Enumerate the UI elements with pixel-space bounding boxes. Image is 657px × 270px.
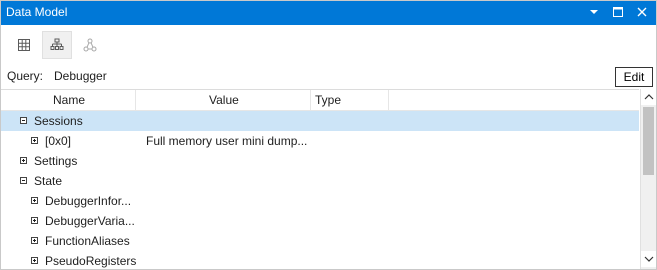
row-name: State [34, 174, 63, 188]
query-label: Query: [7, 69, 44, 83]
row-name: DebuggerVaria... [45, 214, 135, 228]
title-bar[interactable]: Data Model [1, 1, 656, 25]
hierarchy-view-icon [50, 38, 64, 50]
vertical-scrollbar[interactable] [640, 89, 656, 269]
dropdown-arrow-icon[interactable] [586, 4, 602, 20]
expand-icon[interactable] [31, 257, 38, 264]
window-title: Data Model [6, 5, 68, 19]
grid-view-icon [18, 39, 30, 51]
grid-view-button[interactable] [9, 31, 39, 59]
row-name: Sessions [34, 114, 83, 128]
column-header-name[interactable]: Name [1, 90, 136, 110]
row-name: DebuggerInfor... [45, 194, 132, 208]
tree-row-state[interactable]: State [1, 171, 639, 191]
tree-row-pseudo-registers[interactable]: PseudoRegisters [1, 251, 639, 269]
collapse-icon[interactable] [20, 117, 27, 124]
column-header-type-location[interactable]: Type Location [311, 90, 389, 127]
scroll-up-icon[interactable] [641, 89, 656, 105]
hierarchy-view-button[interactable] [42, 31, 72, 59]
row-value: Full memory user mini dump... [146, 134, 308, 148]
tree-row-settings[interactable]: Settings [1, 151, 639, 171]
tree-row-debugger-information[interactable]: DebuggerInfor... [1, 191, 639, 211]
scrollbar-thumb[interactable] [643, 107, 654, 175]
close-icon[interactable] [634, 4, 650, 20]
expand-icon[interactable] [31, 137, 38, 144]
query-row: Query: Debugger Edit [1, 65, 656, 87]
row-name: FunctionAliases [45, 234, 130, 248]
row-name: [0x0] [45, 134, 72, 148]
window-controls [586, 4, 650, 20]
data-model-window: Data Model Query: Debugger Edit Name Val… [0, 0, 657, 270]
edit-button[interactable]: Edit [615, 67, 653, 87]
expand-icon[interactable] [31, 197, 38, 204]
expand-icon[interactable] [31, 237, 38, 244]
grid-header: Name Value Type Location [1, 90, 639, 127]
row-name: Settings [34, 154, 78, 168]
toolbar [1, 27, 656, 63]
scroll-down-icon[interactable] [641, 251, 656, 267]
tree-row-debugger-variables[interactable]: DebuggerVaria... [1, 211, 639, 231]
row-name: PseudoRegisters [45, 254, 137, 268]
tree-row-0x0[interactable]: [0x0] Full memory user mini dump... [1, 131, 639, 151]
data-grid: Name Value Type Location Sessions [0x0] … [1, 89, 639, 269]
graph-view-icon [83, 38, 97, 52]
tree-row-sessions[interactable]: Sessions [1, 111, 639, 131]
expand-icon[interactable] [31, 217, 38, 224]
collapse-icon[interactable] [20, 177, 27, 184]
tree-row-function-aliases[interactable]: FunctionAliases [1, 231, 639, 251]
query-value[interactable]: Debugger [54, 69, 107, 83]
expand-icon[interactable] [20, 157, 27, 164]
graph-view-button[interactable] [75, 31, 105, 59]
maximize-icon[interactable] [610, 4, 626, 20]
column-header-value[interactable]: Value [136, 90, 311, 110]
